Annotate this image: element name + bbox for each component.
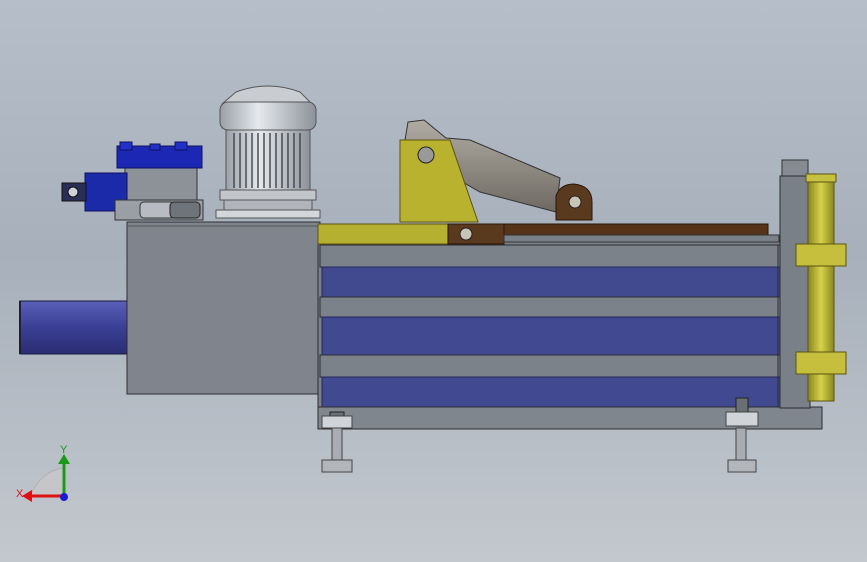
y-axis-label: Y <box>60 444 68 456</box>
lift-cylinder[interactable] <box>399 119 593 223</box>
main-cylinder[interactable] <box>19 300 131 355</box>
hydraulic-tank[interactable] <box>126 221 321 395</box>
end-column[interactable] <box>779 159 847 409</box>
model-drawing: Y X <box>16 85 847 502</box>
x-axis-label: X <box>16 488 24 500</box>
electric-motor[interactable] <box>215 85 321 219</box>
z-axis-marker <box>60 493 68 501</box>
coordinate-triad: Y X <box>16 444 70 502</box>
valve-block[interactable] <box>61 141 204 221</box>
cad-viewport[interactable]: Y X <box>0 0 867 562</box>
foot-left[interactable] <box>321 411 353 473</box>
top-rail[interactable] <box>317 223 780 245</box>
